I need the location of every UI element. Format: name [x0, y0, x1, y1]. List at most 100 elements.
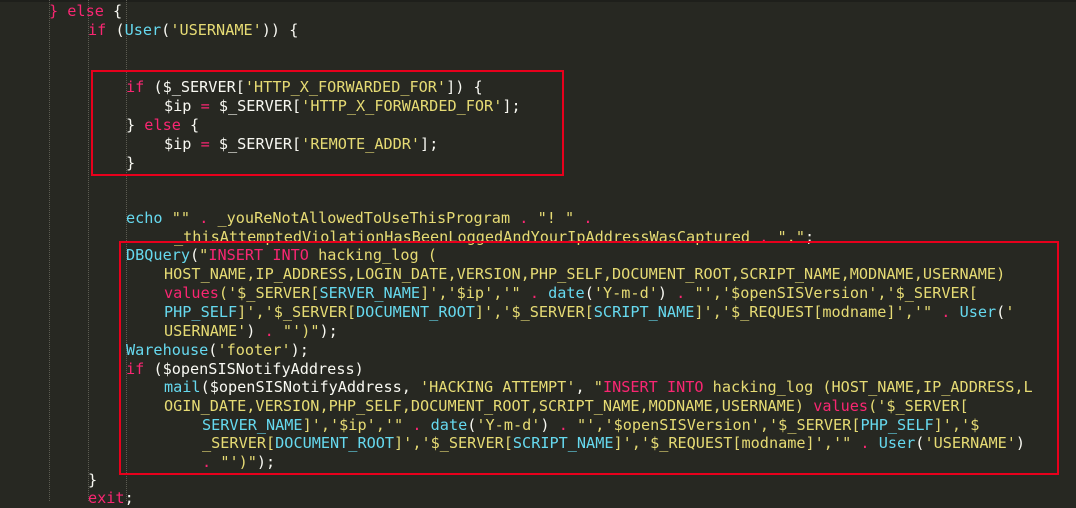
code-token: SERVER_NAME [202, 416, 303, 434]
code-token: . [529, 284, 539, 302]
code-token: if [88, 21, 107, 39]
code-token: , [575, 378, 594, 396]
code-token: SERVER_NAME [319, 284, 421, 302]
code-token: _youReNotAllowedToUseThisProgram [217, 209, 511, 227]
code-token: ) [246, 322, 265, 340]
code-token: "! " [537, 209, 575, 227]
code-editor[interactable]: } else {if (User('USERNAME')) {if ($_SER… [0, 0, 1076, 507]
code-token: ( [190, 246, 200, 264]
code-token: "')" [282, 322, 320, 340]
code-line: $ip = $_SERVER['HTTP_X_FORWARDED_FOR']; [164, 97, 521, 116]
code-token: echo [126, 209, 163, 227]
code-line: $ip = $_SERVER['REMOTE_ADDR']; [164, 135, 438, 154]
code-token: date [430, 416, 468, 434]
code-token: _SERVER[ [202, 434, 276, 452]
code-token: User [878, 434, 916, 452]
code-token: ('$_SERVER[ [868, 397, 969, 415]
code-line: _thisAttemptedViolationHasBeenLoggedAndY… [174, 228, 814, 247]
tab-bar-edge [0, 0, 1076, 2]
code-token: ($openSISNotifyAddress, [200, 378, 421, 396]
code-token: mail [164, 378, 201, 396]
code-token: . [676, 284, 686, 302]
code-token: DOCUMENT_ROOT [275, 434, 395, 452]
code-line: _SERVER[DOCUMENT_ROOT]','$_SERVER[SCRIPT… [202, 434, 1025, 453]
code-token: SCRIPT_NAME [593, 303, 695, 321]
code-token: ; [804, 228, 815, 246]
code-token: else [144, 116, 181, 134]
code-token: $ip [164, 97, 201, 115]
code-token: ]','$_SERVER[ [394, 434, 513, 452]
code-line: exit; [88, 489, 134, 508]
code-token: $_SERVER[ [209, 97, 302, 115]
code-token: " [199, 246, 209, 264]
code-token: ) [540, 416, 559, 434]
code-token: ( [106, 21, 125, 39]
code-token: $ip [164, 135, 201, 153]
code-token: ) [1015, 434, 1026, 452]
code-token: User [124, 21, 162, 39]
code-token: ( [996, 303, 1006, 321]
code-token: ]','$_SERVER[ [474, 303, 594, 321]
code-token: . [558, 416, 568, 434]
code-token: User [959, 303, 997, 321]
code-line: if (User('USERNAME')) { [88, 21, 298, 40]
code-token: . [860, 434, 870, 452]
code-token: ($openSISNotifyAddress) [144, 360, 364, 378]
code-token: DBQuery [126, 246, 191, 264]
code-token: { [103, 2, 123, 20]
code-token: date [548, 284, 585, 302]
code-token: "." [777, 228, 805, 246]
code-token: if [126, 78, 145, 96]
code-token: 'REMOTE_ADDR' [301, 135, 421, 153]
code-token: . [199, 209, 209, 227]
code-token: 'Y-m-d' [476, 416, 541, 434]
code-token: . [583, 209, 593, 227]
code-token: 'footer' [217, 341, 291, 359]
code-line: HOST_NAME,IP_ADDRESS,LOGIN_DATE,VERSION,… [164, 265, 1005, 284]
code-token: ( [161, 21, 171, 39]
code-line: Warehouse('footer'); [126, 341, 309, 360]
code-token: exit [88, 489, 125, 507]
code-token: } [88, 471, 98, 489]
code-line: OGIN_DATE,VERSION,PHP_SELF,DOCUMENT_ROOT… [164, 397, 969, 416]
code-token: HOST_NAME,IP_ADDRESS,LOGIN_DATE,VERSION,… [164, 265, 1006, 283]
code-token: ]','$ip','" [302, 416, 404, 434]
code-token: hacking_log ( [308, 246, 437, 264]
code-token: 'USERNAME' [924, 434, 1016, 452]
code-token: 'USERNAME' [170, 21, 262, 39]
code-token: ) [657, 284, 677, 302]
code-token: ]; [420, 135, 439, 153]
code-token: SCRIPT_NAME [512, 434, 614, 452]
code-line: mail($openSISNotifyAddress, 'HACKING ATT… [164, 378, 1033, 397]
code-token: ]','$ip','" [420, 284, 521, 302]
code-token: ($_SERVER[ [144, 78, 245, 96]
code-token: 'HACKING ATTEMPT' [420, 378, 576, 396]
code-token: ]','$_REQUEST[modname]','" [613, 434, 852, 452]
code-token: ); [256, 453, 276, 471]
code-token: DOCUMENT_ROOT [356, 303, 475, 321]
code-token: ]','$_REQUEST[modname]','" [694, 303, 933, 321]
code-line: USERNAME') . "')"); [164, 322, 338, 341]
code-token: INSERT INTO [602, 378, 704, 396]
code-token: 'Y-m-d' [593, 284, 658, 302]
code-token: )) { [261, 21, 299, 39]
code-token: = [200, 135, 210, 153]
code-token: values [164, 284, 219, 302]
code-token: "','$openSISVersion','$_SERVER[ [694, 284, 978, 302]
